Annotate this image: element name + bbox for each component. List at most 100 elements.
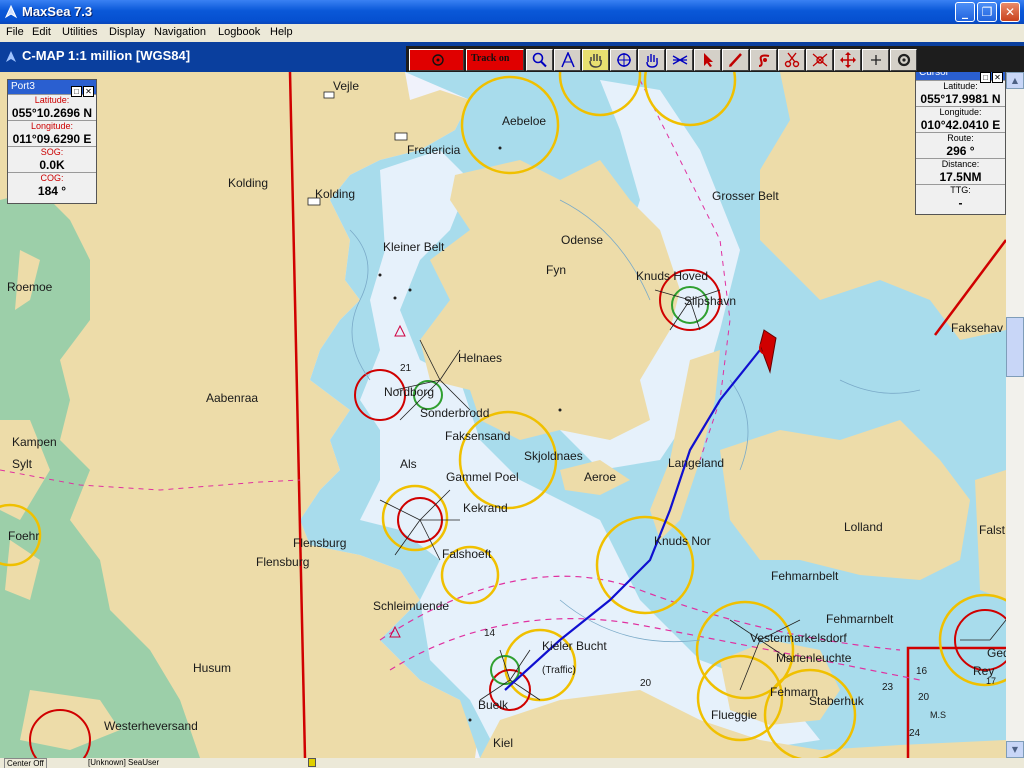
cursor-distance-row: Distance: 17.5NM [916, 158, 1005, 184]
place-label: Kleiner Belt [383, 240, 445, 254]
place-label: Faksensand [445, 429, 511, 443]
menu-help[interactable]: Help [267, 25, 296, 39]
toolbar: Track on [406, 46, 1024, 74]
place-label: Vejle [333, 79, 360, 93]
depth-label: 21 [400, 363, 412, 374]
place-label: Vestermarkelsdorf [750, 631, 847, 645]
swap-icon [672, 55, 688, 65]
move-button[interactable] [834, 49, 861, 71]
crosshair-icon [617, 53, 631, 67]
crosshair-button[interactable] [610, 49, 637, 71]
place-label: Sonderbrodd [420, 406, 490, 420]
target-icon [432, 54, 444, 66]
panel-restore-icon[interactable]: □ [980, 72, 991, 83]
target-button[interactable] [409, 49, 464, 71]
place-label: Knuds Nor [654, 534, 711, 548]
menu-logbook[interactable]: Logbook [215, 25, 263, 39]
title-bar: MaxSea 7.3 _ ❐ ✕ [0, 0, 1024, 24]
port-cog-label: COG: [40, 173, 64, 183]
place-label: Langeland [668, 456, 725, 470]
scroll-up-button[interactable]: ▲ [1006, 72, 1024, 89]
cursor-panel[interactable]: Cursor □ ✕ Latitude: 055°17.9981 N Longit… [915, 72, 1006, 215]
close-button[interactable]: ✕ [1000, 2, 1020, 22]
place-label: Nordborg [384, 385, 435, 399]
place-label: Kolding [315, 187, 356, 201]
cursor-longitude-row: Longitude: 010°42.0410 E [916, 106, 1005, 132]
nautical-chart[interactable] [0, 72, 1006, 758]
cursor-longitude-label: Longitude: [939, 107, 982, 117]
chart-map[interactable]: Vejle Aebeloe Fredericia Kolding Kolding… [0, 72, 1006, 758]
menu-file[interactable]: File [3, 25, 27, 39]
place-label: Buelk [478, 698, 509, 712]
center-off-status[interactable]: Center Off [4, 758, 47, 768]
zoom-button[interactable] [526, 49, 553, 71]
minimize-button[interactable]: _ [955, 2, 975, 22]
hand-button[interactable] [582, 49, 609, 71]
arrow-pointer-icon [704, 53, 713, 67]
place-label: Kolding [228, 176, 269, 190]
compass-button[interactable] [554, 49, 581, 71]
place-label: Fredericia [407, 143, 461, 157]
depth-label: 14 [484, 628, 496, 639]
depth-label: 17 [986, 676, 997, 686]
depth-label: 24 [909, 728, 921, 739]
place-label: Grosser Belt [712, 189, 779, 203]
place-label: Aeroe [584, 470, 617, 484]
pointer-button[interactable] [694, 49, 721, 71]
place-label: Fyn [546, 263, 567, 277]
bearing-button[interactable] [806, 49, 833, 71]
scroll-thumb[interactable] [1006, 317, 1024, 377]
plus-icon [871, 55, 881, 65]
track-on-button[interactable]: Track on [466, 49, 524, 71]
panel-restore-icon[interactable]: □ [71, 86, 82, 97]
maximize-button[interactable]: ❐ [977, 2, 997, 22]
place-label: Als [400, 457, 417, 471]
menu-utilities[interactable]: Utilities [59, 25, 100, 39]
route-icon [758, 54, 770, 67]
place-label: Falshoeft [442, 547, 492, 561]
place-label: Schleimuende [373, 599, 450, 613]
panel-close-icon[interactable]: ✕ [83, 86, 94, 97]
scroll-down-button[interactable]: ▼ [1006, 741, 1024, 758]
pan-hand-icon [646, 54, 658, 68]
cursor-route-row: Route: 296 ° [916, 132, 1005, 158]
settings-button[interactable] [890, 49, 917, 71]
panel-close-icon[interactable]: ✕ [992, 72, 1003, 83]
depth-label: 23 [882, 682, 894, 693]
place-label: Odense [561, 233, 604, 247]
place-label: Staberhuk [809, 694, 864, 708]
scissors-icon [784, 52, 800, 68]
port-cog-value: 184 ° [37, 184, 67, 198]
route-button[interactable] [750, 49, 777, 71]
swap-button[interactable] [666, 49, 693, 71]
compass-icon [561, 52, 575, 68]
depth-label: 20 [918, 692, 930, 703]
place-label: Roemoe [7, 280, 53, 294]
status-bar: Center Off [Unknown] SeaUser [0, 758, 1024, 768]
port-sog-row: SOG: 0.0K [8, 146, 96, 172]
seabed-label: M.S [930, 710, 947, 720]
move-icon [840, 52, 856, 68]
menu-display[interactable]: Display [106, 25, 148, 39]
cursor-latitude-value: 055°17.9981 N [920, 92, 1001, 106]
place-label: Marienleuchte [776, 651, 852, 665]
place-label: Gammel Poel [446, 470, 519, 484]
place-label: Fehmarnbelt [771, 569, 839, 583]
port-longitude-value: 011°09.6290 E [12, 132, 92, 146]
scissors-button[interactable] [778, 49, 805, 71]
menu-navigation[interactable]: Navigation [151, 25, 209, 39]
place-label: Kekrand [463, 501, 508, 515]
place-label: Skjoldnaes [524, 449, 583, 463]
menu-edit[interactable]: Edit [29, 25, 54, 39]
pan-button[interactable] [638, 49, 665, 71]
place-label: Flensburg [256, 555, 310, 569]
vertical-scrollbar[interactable]: ▲ ▼ [1006, 72, 1024, 758]
plus-button[interactable] [862, 49, 889, 71]
pencil-button[interactable] [722, 49, 749, 71]
place-label: Kieler Bucht [542, 639, 607, 653]
track-on-label: Track on [471, 53, 510, 64]
place-label: Falst [979, 523, 1006, 537]
place-label: Faksehav [951, 321, 1004, 335]
cursor-ttg-label: TTG: [950, 185, 971, 195]
port-panel[interactable]: Port3 □ ✕ Latitude: 055°10.2696 N Longitu… [7, 79, 97, 204]
